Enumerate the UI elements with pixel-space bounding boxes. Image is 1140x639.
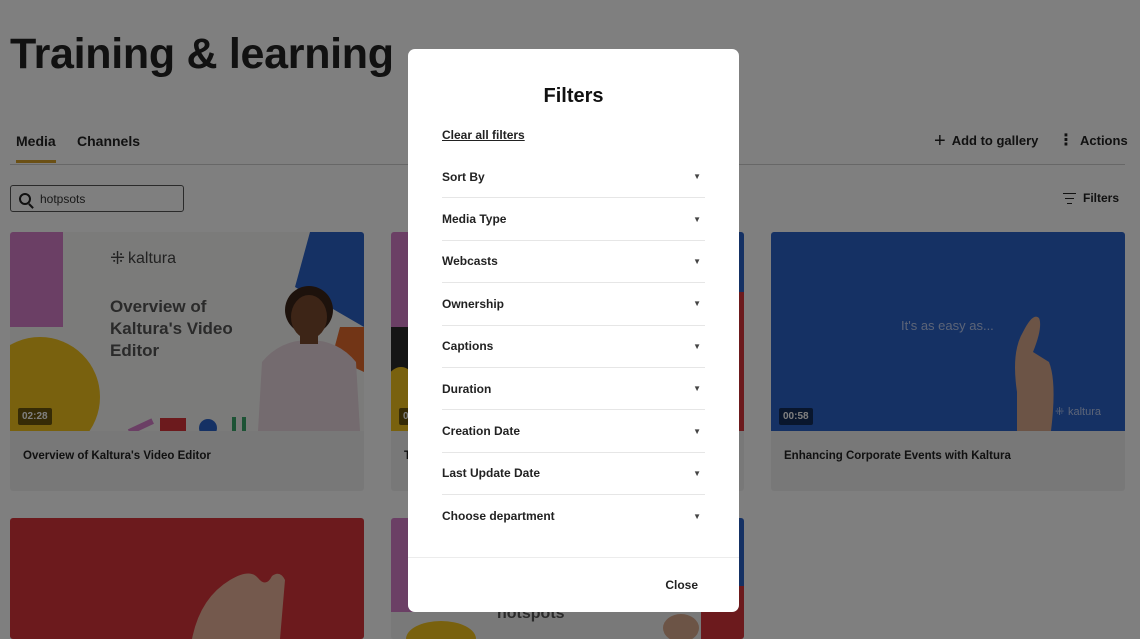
filter-sort-by[interactable]: Sort By ▼ — [442, 156, 705, 199]
filter-choose-department[interactable]: Choose department ▼ — [442, 495, 705, 537]
filter-label: Captions — [442, 339, 494, 354]
dialog-footer: Close — [408, 557, 739, 612]
chevron-down-icon: ▼ — [693, 468, 701, 478]
filter-creation-date[interactable]: Creation Date ▼ — [442, 410, 705, 453]
chevron-down-icon: ▼ — [693, 214, 701, 224]
filter-label: Creation Date — [442, 424, 521, 439]
dialog-title: Filters — [543, 85, 604, 107]
filter-label: Ownership — [442, 296, 505, 311]
filter-label: Sort By — [442, 169, 485, 184]
filter-label: Choose department — [442, 509, 555, 524]
chevron-down-icon: ▼ — [693, 256, 701, 266]
filter-last-update-date[interactable]: Last Update Date ▼ — [442, 453, 705, 496]
chevron-down-icon: ▼ — [693, 172, 701, 182]
chevron-down-icon: ▼ — [693, 426, 701, 436]
filters-dialog: Filters Clear all filters Sort By ▼ Medi… — [408, 49, 739, 612]
filter-label: Webcasts — [442, 254, 498, 269]
filter-duration[interactable]: Duration ▼ — [442, 368, 705, 411]
chevron-down-icon: ▼ — [693, 511, 701, 521]
chevron-down-icon: ▼ — [693, 384, 701, 394]
filter-captions[interactable]: Captions ▼ — [442, 326, 705, 368]
filter-label: Media Type — [442, 212, 507, 227]
clear-all-filters-link[interactable]: Clear all filters — [442, 128, 525, 142]
chevron-down-icon: ▼ — [693, 299, 701, 309]
filter-ownership[interactable]: Ownership ▼ — [442, 283, 705, 326]
filter-media-type[interactable]: Media Type ▼ — [442, 198, 705, 241]
filter-webcasts[interactable]: Webcasts ▼ — [442, 241, 705, 284]
filter-label: Duration — [442, 381, 492, 396]
chevron-down-icon: ▼ — [693, 341, 701, 351]
filter-list: Sort By ▼ Media Type ▼ Webcasts ▼ Owners… — [442, 156, 705, 538]
filter-label: Last Update Date — [442, 466, 541, 481]
close-button[interactable]: Close — [665, 578, 698, 592]
